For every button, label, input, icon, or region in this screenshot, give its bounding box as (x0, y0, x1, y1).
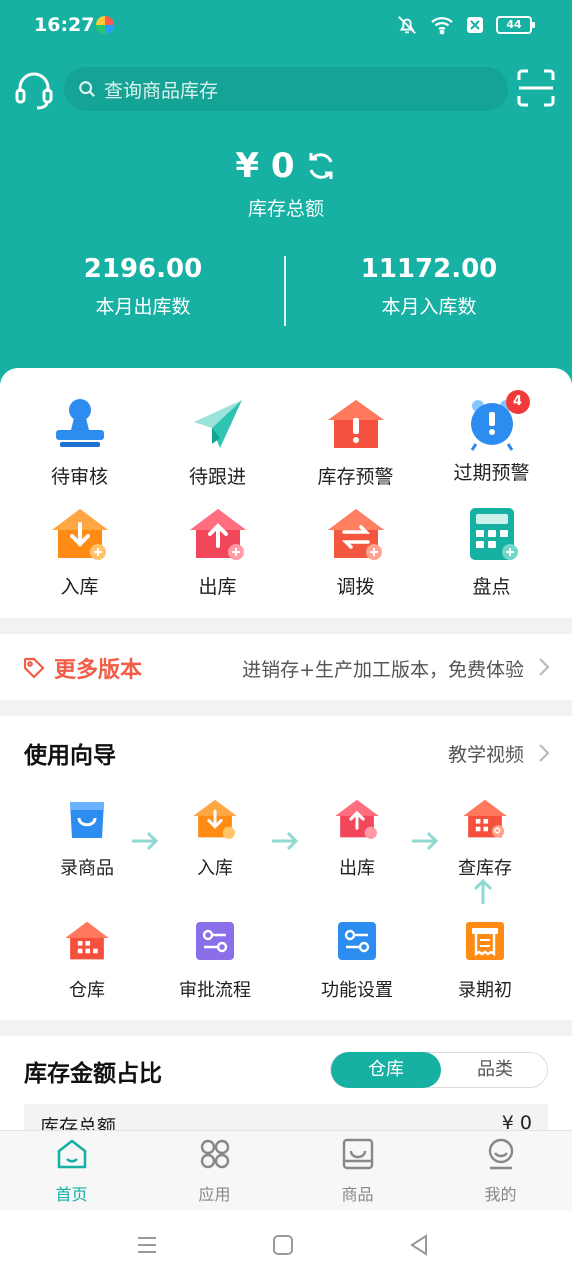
mute-icon (398, 16, 416, 34)
goods-icon (342, 1138, 373, 1170)
guide-step-opening-balance[interactable]: 录期初 (430, 918, 540, 1002)
home-icon (57, 1139, 86, 1169)
warehouse-alert-icon (327, 400, 384, 448)
ratio-segmented-control: 仓库 品类 (330, 1052, 548, 1088)
guide-step-warehouse[interactable]: 仓库 (32, 918, 142, 1002)
guide-title: 使用向导 (24, 743, 116, 769)
nav-goods[interactable]: 商品 (286, 1137, 429, 1205)
arrow-up-icon (473, 878, 493, 904)
quick-actions-card: 待审核 待跟进 库存预警 4 过期预警 入库 出库 调拨 盘点 (0, 368, 572, 618)
no-sim-icon (467, 17, 483, 33)
guide-step-inbound[interactable]: 入库 (160, 796, 270, 880)
total-label: 库存总额 (247, 198, 324, 220)
status-time: 16:27 (34, 14, 95, 36)
apps-icon (200, 1139, 229, 1169)
guide-step-add-goods[interactable]: 录商品 (32, 796, 142, 880)
scan-icon[interactable] (516, 68, 556, 108)
warehouse-icon (65, 921, 109, 960)
quick-expiry-alert[interactable]: 4 过期预警 (420, 390, 563, 485)
bottom-navigation: 首页 应用 商品 我的 (0, 1130, 572, 1210)
inbound-label: 本月入库数 (381, 296, 477, 318)
quick-pending-review[interactable]: 待审核 (8, 396, 151, 489)
settings-icon (338, 922, 376, 960)
total-value: ¥ 0 (235, 146, 295, 186)
tab-category[interactable]: 品类 (441, 1053, 549, 1087)
quick-follow-up[interactable]: 待跟进 (146, 396, 289, 489)
outbound-value: 2196.00 (83, 254, 203, 284)
quick-stock-alert[interactable]: 库存预警 (284, 396, 427, 489)
arrow-right-icon (272, 831, 299, 851)
more-versions-banner[interactable]: 更多版本 进销存+生产加工版本，免费体验 (0, 634, 572, 700)
ratio-title: 库存金额占比 (24, 1061, 162, 1087)
inbound-icon (51, 509, 108, 560)
tab-warehouse[interactable]: 仓库 (331, 1052, 441, 1088)
inventory-ratio-section: 库存金额占比 仓库 品类 库存总额 ¥ 0 (0, 1036, 572, 1144)
inbound-icon (193, 799, 237, 839)
wifi-icon (431, 17, 453, 35)
search-placeholder: 查询商品库存 (104, 79, 219, 102)
header-panel: 16:27 44 查询商品库存 ¥ 0 库存总额 2196.00 本月出库数 1… (0, 0, 572, 400)
home-button-icon[interactable] (272, 1234, 294, 1256)
quick-inbound[interactable]: 入库 (8, 506, 151, 599)
back-icon[interactable] (408, 1234, 430, 1256)
transfer-icon (327, 509, 384, 560)
stamp-icon (55, 399, 104, 447)
outbound-label: 本月出库数 (95, 296, 191, 318)
receipt-icon (466, 922, 504, 960)
outbound-icon (335, 799, 379, 839)
usage-guide: 使用向导 教学视频 录商品 入库 出库 查库存 仓库 审批流程 功能设置 录期初 (0, 716, 572, 1020)
tag-icon (23, 657, 45, 679)
search-input[interactable]: 查询商品库存 (64, 67, 508, 111)
profile-icon (488, 1138, 513, 1170)
inbound-value: 11172.00 (360, 254, 498, 284)
guide-step-approval-flow[interactable]: 审批流程 (160, 918, 270, 1002)
expiry-badge: 4 (505, 390, 530, 414)
status-bar: 16:27 44 (0, 0, 572, 52)
calculator-icon (469, 508, 518, 560)
quick-stocktake[interactable]: 盘点 (420, 506, 563, 599)
headset-icon[interactable] (14, 68, 54, 112)
monthly-stats: 2196.00 本月出库数 11172.00 本月入库数 (0, 254, 572, 326)
promo-description: 进销存+生产加工版本，免费体验 (242, 659, 524, 681)
stat-outbound[interactable]: 2196.00 本月出库数 (0, 254, 286, 319)
outbound-icon (189, 509, 246, 560)
tutorial-video-link[interactable]: 教学视频 (448, 740, 524, 767)
workflow-icon (196, 922, 234, 960)
refresh-icon[interactable] (305, 150, 337, 182)
nav-home[interactable]: 首页 (0, 1137, 143, 1205)
shopping-bag-icon (70, 802, 104, 838)
paper-plane-icon (193, 400, 242, 448)
app-notification-icon (96, 16, 114, 34)
chevron-right-icon (539, 744, 550, 762)
guide-step-settings[interactable]: 功能设置 (302, 918, 412, 1002)
battery-icon: 44 (496, 16, 535, 34)
stat-inbound[interactable]: 11172.00 本月入库数 (286, 254, 572, 319)
nav-apps[interactable]: 应用 (143, 1137, 286, 1205)
chevron-right-icon (539, 658, 550, 676)
total-inventory: ¥ 0 库存总额 (0, 146, 572, 221)
promo-title: 更多版本 (54, 658, 143, 683)
search-icon (79, 81, 95, 97)
guide-step-outbound[interactable]: 出库 (302, 796, 412, 880)
guide-step-check-stock[interactable]: 查库存 (430, 796, 540, 880)
search-warehouse-icon (463, 799, 507, 838)
system-navigation-bar (0, 1210, 572, 1280)
quick-outbound[interactable]: 出库 (146, 506, 289, 599)
arrow-right-icon (132, 831, 159, 851)
quick-transfer[interactable]: 调拨 (284, 506, 427, 599)
menu-icon[interactable] (136, 1234, 158, 1256)
nav-mine[interactable]: 我的 (429, 1137, 572, 1205)
